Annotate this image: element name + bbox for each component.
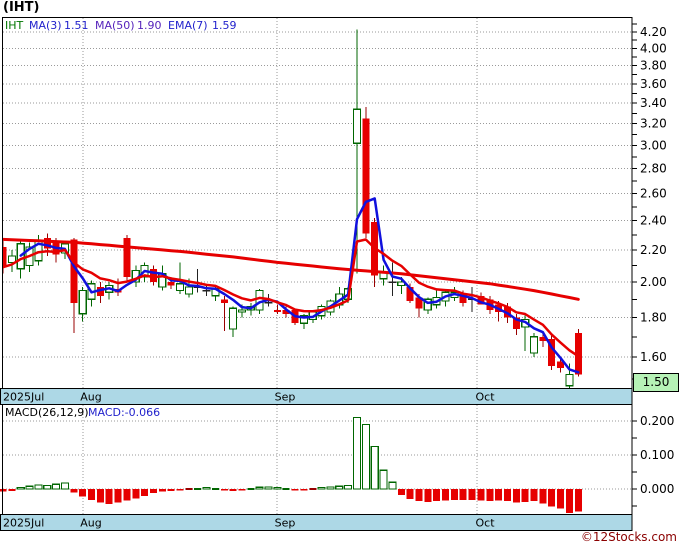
legend-ma50-label: MA(50) <box>95 19 135 32</box>
svg-text:3.20: 3.20 <box>640 117 667 131</box>
branding-watermark: ©12Stocks.com <box>580 530 677 544</box>
svg-text:2025Jul: 2025Jul <box>3 391 44 404</box>
svg-text:4.00: 4.00 <box>640 41 667 55</box>
svg-text:Sep: Sep <box>275 391 296 404</box>
svg-text:2.00: 2.00 <box>640 275 667 289</box>
svg-text:1.60: 1.60 <box>640 350 667 364</box>
legend-ema7-value: 1.59 <box>212 19 237 32</box>
svg-text:2025Jul: 2025Jul <box>3 517 44 530</box>
svg-text:Oct: Oct <box>475 391 495 404</box>
svg-text:3.00: 3.00 <box>640 138 667 152</box>
svg-text:Sep: Sep <box>275 517 296 530</box>
chart-canvas: 2025Jul Aug Sep Oct 2025Jul Aug Sep Oct 4.20 4.00… <box>0 17 674 531</box>
svg-text:2.60: 2.60 <box>640 187 667 201</box>
svg-text:0.100: 0.100 <box>640 448 674 462</box>
stock-chart-page: (IHT) 2025Jul Aug Sep Oct 2025Jul Aug Sep Oct 4.… <box>0 0 680 546</box>
svg-text:3.60: 3.60 <box>640 77 667 91</box>
svg-text:3.40: 3.40 <box>640 96 667 110</box>
macd-legend-label: MACD(26,12,9) <box>5 406 89 419</box>
svg-text:2.80: 2.80 <box>640 162 667 176</box>
macd-legend-value: MACD:-0.066 <box>88 406 161 419</box>
legend-ma3-value: 1.51 <box>64 19 89 32</box>
legend-ema7-label: EMA(7) <box>168 19 208 32</box>
legend-ma50-value: 1.90 <box>137 19 162 32</box>
price-legend: IHT MA(3) 1.51 MA(50) 1.90 EMA(7) 1.59 <box>0 19 632 32</box>
svg-text:2.40: 2.40 <box>640 214 667 228</box>
svg-text:Oct: Oct <box>475 517 495 530</box>
svg-text:0.200: 0.200 <box>640 414 674 428</box>
last-price-badge: 1.50 <box>633 373 679 392</box>
legend-ma3-label: MA(3) <box>29 19 62 32</box>
svg-text:3.80: 3.80 <box>640 59 667 73</box>
legend-symbol: IHT <box>5 19 24 32</box>
svg-text:2.20: 2.20 <box>640 243 667 257</box>
macd-legend: MACD(26,12,9) MACD:-0.066 <box>0 406 632 419</box>
svg-text:1.80: 1.80 <box>640 311 667 325</box>
svg-text:Aug: Aug <box>80 391 101 404</box>
svg-text:Aug: Aug <box>80 517 101 530</box>
svg-text:0.000: 0.000 <box>640 482 674 496</box>
svg-text:4.20: 4.20 <box>640 25 667 39</box>
